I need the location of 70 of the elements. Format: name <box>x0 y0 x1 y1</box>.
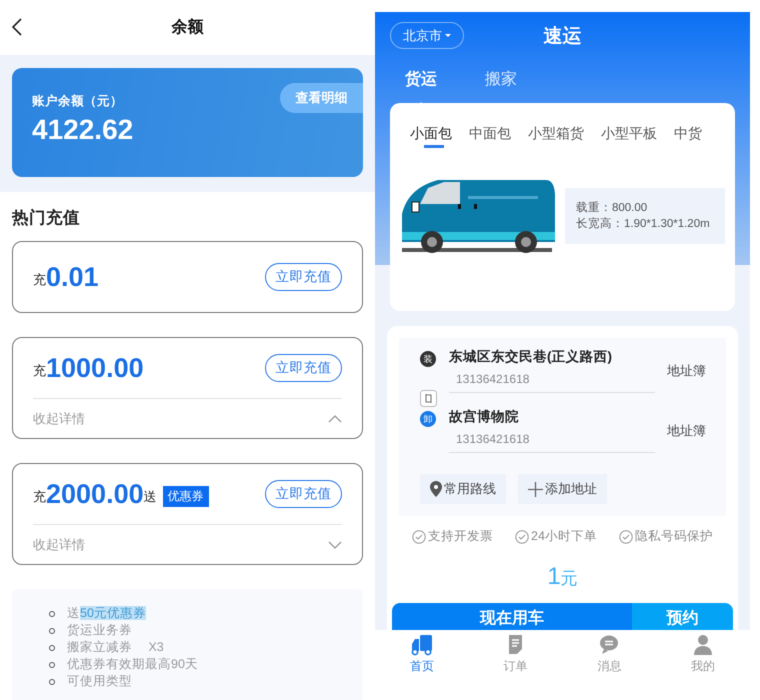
vehicle-tab[interactable]: 小型平板 <box>601 125 657 149</box>
vehicle-tab[interactable]: 小面包 <box>410 125 452 149</box>
feature-label: 支持开发票 <box>428 528 494 545</box>
feature-label: 隐私号码保护 <box>634 528 713 545</box>
recharge-amount: 1000.00 <box>46 352 144 384</box>
benefit-item: 送50元优惠券 <box>67 605 146 622</box>
feature-label: 24小时下单 <box>531 528 597 545</box>
recharge-button[interactable]: 立即充值 <box>265 263 342 291</box>
add-address-button[interactable]: 添加地址 <box>518 474 607 504</box>
details-toggle[interactable]: 收起详情 <box>33 410 85 428</box>
details-button[interactable]: 查看明细 <box>280 83 363 113</box>
balance-amount: 4122.62 <box>32 114 134 146</box>
section-title: 热门充值 <box>10 208 81 229</box>
caret-icon <box>445 34 451 37</box>
chevron-down-icon[interactable] <box>328 540 342 548</box>
person-icon <box>692 634 714 656</box>
benefit-item: 搬家立减券 X3 <box>67 639 164 656</box>
details-toggle[interactable]: 收起详情 <box>33 536 85 554</box>
nav-tab[interactable]: 我的 <box>656 630 750 680</box>
address-book-link[interactable]: 地址簿 <box>667 422 706 440</box>
check-circle-icon <box>515 530 530 544</box>
recharge-button[interactable]: 立即充值 <box>265 354 342 382</box>
address-field[interactable]: 东城区东交民巷(正义路西) 13136421618 <box>449 348 655 393</box>
service-tab[interactable]: 搬家 <box>485 65 517 93</box>
back-icon[interactable] <box>12 18 22 36</box>
benefit-item: 货运业务券 <box>67 622 132 639</box>
location-pin-icon <box>430 481 442 497</box>
check-circle-icon <box>412 530 426 544</box>
nav-tab[interactable]: 消息 <box>562 630 656 680</box>
reserve-button[interactable]: 预约 <box>632 603 733 630</box>
bullet-icon <box>49 610 55 616</box>
truck-icon <box>410 634 433 656</box>
price-text: 1元 <box>546 563 579 591</box>
vehicle-tab[interactable]: 小型箱货 <box>528 125 584 149</box>
balance-label: 账户余额（元） <box>32 93 123 110</box>
nav-tab[interactable]: 首页 <box>375 630 469 680</box>
vehicle-tab[interactable]: 中面包 <box>469 125 511 149</box>
recharge-amount: 2000.00 <box>46 478 144 510</box>
load-badge: 装 <box>420 351 436 367</box>
check-circle-icon <box>618 530 633 544</box>
address-field[interactable]: 故宫博物院 13136421618 <box>449 408 655 453</box>
vehicle-tab[interactable]: 中货 <box>674 125 702 149</box>
plus-icon <box>528 482 543 496</box>
vehicle-spec: 载重：800.00 <box>576 200 648 216</box>
recharge-prefix: 充 <box>33 488 46 506</box>
recharge-prefix: 充 <box>33 362 46 380</box>
bullet-icon <box>49 678 55 684</box>
app-title: 速运 <box>544 25 582 49</box>
nav-tab[interactable]: 订单 <box>468 630 562 680</box>
tab-underline <box>424 145 444 148</box>
benefit-item: 可使用类型 <box>67 673 132 690</box>
swap-icon[interactable] <box>420 390 437 407</box>
address-book-link[interactable]: 地址簿 <box>667 362 706 380</box>
use-now-button[interactable]: 现在用车 <box>392 603 632 630</box>
recharge-button[interactable]: 立即充值 <box>265 480 342 508</box>
chevron-up-icon[interactable] <box>328 414 342 422</box>
bonus-text: 送 <box>144 488 157 506</box>
unload-badge: 卸 <box>420 411 436 427</box>
benefit-item: 优惠券有效期最高90天 <box>67 656 198 673</box>
chat-bubble-icon <box>598 634 620 656</box>
recharge-amount: 0.01 <box>46 262 99 292</box>
bullet-icon <box>49 628 55 634</box>
saved-routes-button[interactable]: 常用路线 <box>420 474 506 504</box>
bullet-icon <box>49 662 55 668</box>
vehicle-spec: 长宽高：1.90*1.30*1.20m <box>576 216 711 232</box>
page-title: 余额 <box>172 17 204 38</box>
city-selector[interactable]: 北京市 <box>390 22 464 49</box>
recharge-prefix: 充 <box>33 271 46 289</box>
bullet-icon <box>49 644 55 650</box>
coupon-tag: 优惠券 <box>162 486 209 506</box>
